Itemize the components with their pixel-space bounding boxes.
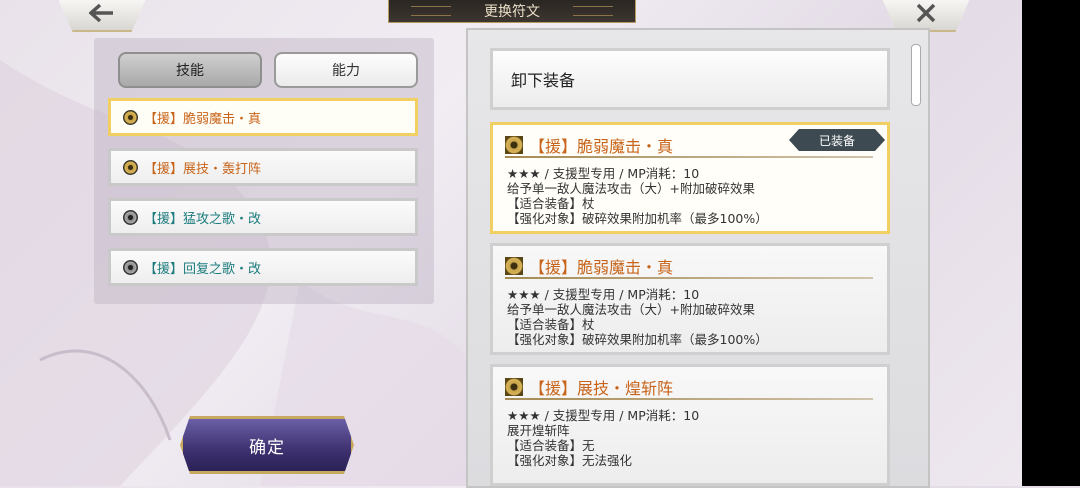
gold-rune-gem-icon (123, 159, 138, 175)
confirm-button-label: 确定 (249, 437, 285, 458)
rune-card-desc: 给予单一敌人魔法攻击（大）+附加破碎效果 (507, 181, 755, 196)
rune-card[interactable]: 【援】脆弱魔击・真 ★★★ / 支援型专用 / MP消耗：10 给予单一敌人魔法… (490, 243, 890, 355)
gold-rune-gem-icon (123, 109, 138, 125)
rune-list-item[interactable]: 【援】猛攻之歌・改 (108, 198, 418, 236)
tab-ability-label: 能力 (332, 63, 360, 79)
grey-rune-gem-icon (123, 209, 138, 225)
rune-list-item[interactable]: 【援】脆弱魔击・真 (108, 98, 418, 136)
rune-card-name: 【援】展技・煌斩阵 (529, 379, 674, 398)
rune-card-name: 【援】脆弱魔击・真 (529, 137, 674, 156)
rune-card-equip: 【适合装备】杖 (507, 196, 595, 211)
rune-card-name: 【援】脆弱魔击・真 (529, 258, 674, 277)
rune-list-item-label: 【援】猛攻之歌・改 (144, 211, 262, 227)
divider (505, 398, 873, 400)
tab-ability[interactable]: 能力 (274, 52, 418, 88)
rune-card-enhance: 【强化对象】破碎效果附加机率（最多100%） (507, 211, 768, 226)
rune-card-stats: ★★★ / 支援型专用 / MP消耗：10 (507, 408, 700, 423)
rune-list-item[interactable]: 【援】展技・轰打阵 (108, 148, 418, 186)
scrollbar[interactable] (911, 44, 921, 106)
confirm-button[interactable]: 确定 (180, 416, 354, 474)
gold-rune-gem-icon (505, 257, 523, 275)
gold-rune-gem-icon (505, 378, 523, 396)
back-arrow-icon (89, 3, 113, 23)
grey-rune-gem-icon (123, 259, 138, 275)
gold-rune-gem-icon (505, 136, 523, 154)
close-icon (916, 3, 936, 23)
rune-card-desc: 展开煌斩阵 (507, 423, 570, 438)
rune-list-panel: 技能 能力 【援】脆弱魔击・真 【援】展技・轰打阵 【援】猛攻之歌・改 【援】回… (94, 38, 434, 304)
screen-edge (1022, 0, 1080, 486)
rune-list-item-label: 【援】回复之歌・改 (144, 261, 262, 277)
rune-list-item-label: 【援】脆弱魔击・真 (144, 111, 262, 127)
rune-card-desc: 给予单一敌人魔法攻击（大）+附加破碎效果 (507, 302, 755, 317)
rune-card[interactable]: 【援】脆弱魔击・真 已装备 ★★★ / 支援型专用 / MP消耗：10 给予单一… (490, 122, 890, 234)
rune-card-enhance: 【强化对象】无法强化 (507, 453, 633, 468)
rune-card[interactable]: 【援】展技・煌斩阵 ★★★ / 支援型专用 / MP消耗：10 展开煌斩阵 【适… (490, 364, 890, 486)
tab-skill[interactable]: 技能 (118, 52, 262, 88)
equipped-badge: 已装备 (789, 129, 885, 151)
page-title-text: 更换符文 (484, 4, 540, 20)
rune-card-equip: 【适合装备】杖 (507, 317, 595, 332)
back-button[interactable] (56, 0, 148, 32)
rune-card-stats: ★★★ / 支援型专用 / MP消耗：10 (507, 166, 700, 181)
unequip-label: 卸下装备 (511, 71, 576, 90)
tab-skill-label: 技能 (176, 63, 204, 79)
rune-card-title: 【援】脆弱魔击・真 (505, 133, 673, 157)
rune-card-title: 【援】脆弱魔击・真 (505, 254, 673, 278)
divider (505, 277, 873, 279)
rune-card-stats: ★★★ / 支援型专用 / MP消耗：10 (507, 287, 700, 302)
divider (505, 156, 873, 158)
unequip-button[interactable]: 卸下装备 (490, 48, 890, 110)
rune-card-title: 【援】展技・煌斩阵 (505, 375, 673, 399)
rune-card-enhance: 【强化对象】破碎效果附加机率（最多100%） (507, 332, 768, 347)
rune-card-equip: 【适合装备】无 (507, 438, 595, 453)
page-title: 更换符文 (388, 0, 636, 23)
rune-list-item[interactable]: 【援】回复之歌・改 (108, 248, 418, 286)
rune-list-item-label: 【援】展技・轰打阵 (144, 161, 262, 177)
